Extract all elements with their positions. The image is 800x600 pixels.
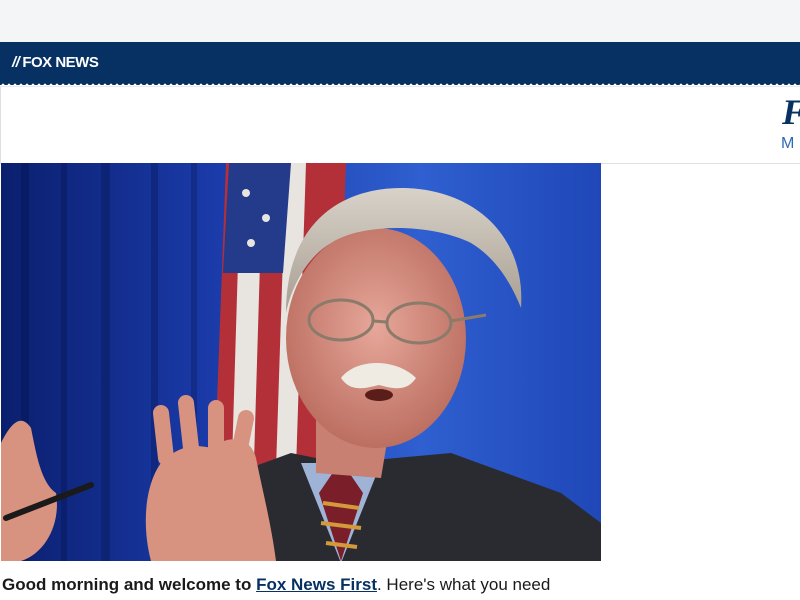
fox-news-logo[interactable]: // FOX NEWS [12, 54, 99, 71]
logo-text: FOX NEWS [22, 54, 99, 71]
browser-top-bar [0, 0, 800, 42]
newsletter-header: F M [0, 86, 800, 164]
logo-mark: // [12, 54, 20, 71]
intro-rest-text: . Here's what you need [376, 575, 551, 594]
header-subtitle: M [781, 135, 795, 152]
brand-bar: // FOX NEWS [0, 42, 800, 85]
article-intro: Good morning and welcome to Fox News Fir… [2, 574, 550, 596]
header-divider [0, 87, 1, 163]
header-title: F [782, 91, 800, 133]
fox-news-first-link[interactable]: Fox News First [256, 575, 377, 594]
hero-image [1, 163, 601, 561]
intro-bold-text: Good morning and welcome to [2, 575, 257, 594]
